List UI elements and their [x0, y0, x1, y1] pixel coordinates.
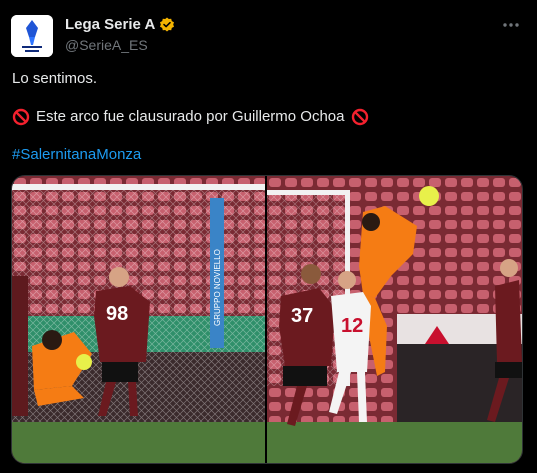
player-number: 12 [341, 315, 363, 337]
photo-left-save[interactable]: GRUPPO NOVIELLO 98 [12, 176, 265, 463]
prohibited-emoji-icon [351, 108, 368, 126]
display-name[interactable]: Lega Serie A [65, 16, 155, 33]
player-number: 98 [106, 303, 128, 325]
name-row: Lega Serie A [65, 16, 175, 33]
verified-badge-icon [160, 17, 175, 31]
more-options-icon[interactable] [501, 17, 521, 33]
tweet-card: Lega Serie A @SerieA_ES Lo sentimos. Est… [0, 0, 537, 473]
serie-a-logo-icon [11, 15, 53, 57]
tweet-text-line-1: Lo sentimos. [12, 70, 98, 87]
tweet-text-line-2: Este arco fue clausurado por Guillermo O… [12, 107, 369, 127]
hashtag-link[interactable]: #SalernitanaMonza [12, 145, 141, 165]
photo-right-save[interactable]: 37 12 [267, 176, 522, 463]
tweet-text-body: Este arco fue clausurado por Guillermo O… [36, 108, 345, 125]
player-number: 37 [291, 305, 313, 327]
account-avatar[interactable] [11, 15, 53, 57]
account-handle[interactable]: @SerieA_ES [65, 37, 148, 53]
prohibited-emoji-icon [12, 108, 30, 126]
sponsor-board-text: GRUPPO NOVIELLO [213, 249, 222, 326]
media-grid: GRUPPO NOVIELLO 98 37 12 [11, 175, 523, 464]
